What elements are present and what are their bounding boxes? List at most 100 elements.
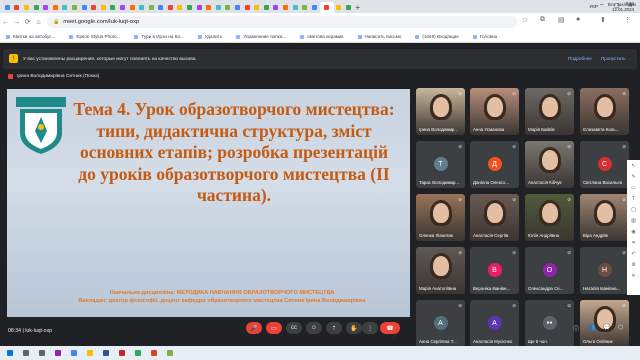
browser-tab[interactable] <box>13 2 22 13</box>
browser-tab[interactable] <box>70 2 79 13</box>
taskbar-app[interactable] <box>132 348 144 358</box>
browser-tab[interactable] <box>41 2 50 13</box>
camera-toggle-button[interactable]: ▭ <box>266 322 282 334</box>
forward-icon[interactable]: → <box>11 19 22 26</box>
bookmark-item[interactable]: Квитки на автобус... <box>6 34 55 39</box>
settings-icon[interactable]: ⚙ <box>631 262 635 273</box>
bookmark-item[interactable]: ометова керамик <box>300 34 344 39</box>
participant-tile[interactable]: А ⊘ Анастасія Мусієнко <box>470 300 519 347</box>
browser-tab[interactable] <box>243 2 252 13</box>
reload-icon[interactable]: ⟳ <box>22 18 33 26</box>
bookmark-item[interactable]: Удалить <box>197 34 222 39</box>
taskbar-app[interactable] <box>52 348 64 358</box>
participant-tile[interactable]: ⊘ Ірина Володимир... <box>416 88 465 135</box>
participant-tile[interactable]: ⊘ Марія Байпів <box>525 88 574 135</box>
bookmark-item[interactable]: (1048) Входящие <box>415 34 459 39</box>
address-bar[interactable]: 🔒 meet.google.com/luk-luqt-oxp <box>47 16 517 28</box>
menu-icon[interactable]: ⋮ <box>624 16 631 24</box>
profile-icon[interactable]: ● <box>576 16 580 23</box>
taskbar-app[interactable] <box>36 348 48 358</box>
back-icon[interactable]: ← <box>0 19 11 26</box>
browser-tab[interactable] <box>89 2 98 13</box>
participant-tile[interactable]: ⊘ Віра Андріїв <box>580 194 629 241</box>
camera-icon[interactable]: ◉ <box>631 229 635 240</box>
taskbar-app[interactable] <box>100 348 112 358</box>
present-button[interactable]: ⇡ <box>326 322 342 334</box>
bookmark-item[interactable]: Epson Stylus Photo... <box>69 34 120 39</box>
chat-icon[interactable]: 💬 <box>603 324 610 331</box>
participant-tile[interactable]: В ⊘ Вероніка Іванівн... <box>470 247 519 294</box>
mic-toggle-button[interactable]: 🎤 <box>246 322 262 334</box>
browser-tab[interactable] <box>310 2 319 13</box>
participant-tile[interactable]: О ⊘ Олександра Се... <box>525 247 574 294</box>
people-icon[interactable]: 👥 <box>588 324 595 331</box>
browser-tab[interactable] <box>166 2 175 13</box>
browser-tab[interactable] <box>185 2 194 13</box>
leave-call-button[interactable]: ☎ <box>380 322 400 334</box>
participant-tile[interactable]: Д ⊘ Даніела Олексо... <box>470 141 519 188</box>
participant-tile[interactable]: ⊘ Анастасія Сергіїв <box>470 194 519 241</box>
browser-tab[interactable] <box>195 2 204 13</box>
browser-tab[interactable] <box>344 2 353 13</box>
participant-tile[interactable]: Н ⊘ Наталія Іванівна... <box>580 247 629 294</box>
taskbar-app[interactable] <box>148 348 160 358</box>
home-icon[interactable]: ⌂ <box>33 19 44 26</box>
participant-tile[interactable]: ⊘ Єлизавета Коль... <box>580 88 629 135</box>
text-icon[interactable]: T <box>632 196 635 207</box>
participant-tile[interactable]: ⊘ Анна Усманова <box>470 88 519 135</box>
bookmark-item[interactable]: Головна <box>472 34 497 39</box>
browser-tab[interactable] <box>118 2 127 13</box>
minimize-button[interactable]: – <box>600 2 603 8</box>
browser-tab[interactable] <box>335 2 344 13</box>
participant-tile[interactable]: ⊘ Оленка Ліанетик <box>416 194 465 241</box>
taskbar-app[interactable] <box>68 348 80 358</box>
browser-tab[interactable] <box>233 2 242 13</box>
star-icon[interactable]: ☆ <box>522 16 528 24</box>
close-icon[interactable]: ✕ <box>631 273 635 284</box>
browser-tab[interactable] <box>176 2 185 13</box>
skip-link[interactable]: Пропустить <box>601 56 626 61</box>
taskbar-app[interactable] <box>4 348 16 358</box>
browser-tab[interactable] <box>147 2 156 13</box>
keyboard-language[interactable]: УКР <box>589 4 598 9</box>
participant-tile[interactable]: ⊘ Марія Анатоліївна <box>416 247 465 294</box>
browser-tab[interactable] <box>128 2 137 13</box>
highlight-icon[interactable]: ▥ <box>631 218 636 229</box>
browser-tab[interactable] <box>51 2 60 13</box>
browser-tab[interactable] <box>319 2 334 13</box>
activities-icon[interactable]: ⬡ <box>618 324 623 331</box>
browser-tab[interactable] <box>300 2 309 13</box>
info-icon[interactable]: ⓘ <box>573 324 579 333</box>
pen-icon[interactable]: ✎ <box>631 174 635 185</box>
browser-tab[interactable] <box>80 2 89 13</box>
browser-tab[interactable] <box>291 2 300 13</box>
browser-tab[interactable] <box>22 2 31 13</box>
participant-tile[interactable]: С ⊘ Світлана Васильєв <box>580 141 629 188</box>
browser-tab[interactable] <box>224 2 233 13</box>
extensions-icon[interactable]: ⧉ <box>540 16 545 24</box>
browser-tab[interactable] <box>109 2 118 13</box>
new-tab-button[interactable]: + <box>354 2 362 13</box>
bookmark-item[interactable]: Тури в Ирэн на Ка... <box>134 34 184 39</box>
cast-icon[interactable]: ▭ <box>631 185 636 196</box>
participant-tile[interactable]: Т ⊘ Тарас Володимир... <box>416 141 465 188</box>
more-options-button[interactable]: ⋮ <box>362 322 378 334</box>
sidepanel-icon[interactable]: ▤ <box>558 16 565 24</box>
browser-tab[interactable] <box>32 2 41 13</box>
browser-tab[interactable] <box>3 2 12 13</box>
shapes-icon[interactable]: ◯ <box>631 207 637 218</box>
crop-icon[interactable]: ⌗ <box>632 240 635 251</box>
captions-button[interactable]: cc <box>286 322 302 334</box>
taskbar-app[interactable] <box>164 348 176 358</box>
taskbar-app[interactable] <box>116 348 128 358</box>
browser-tab[interactable] <box>252 2 261 13</box>
taskbar-app[interactable] <box>84 348 96 358</box>
system-clock[interactable]: 8:34 12.01.2024 <box>612 1 634 12</box>
participant-tile[interactable]: ●● ⊘ Ще 6 чол. <box>525 300 574 347</box>
browser-tab[interactable] <box>137 2 146 13</box>
browser-tab[interactable] <box>272 2 281 13</box>
update-button[interactable]: ⬆ <box>600 16 606 24</box>
raise-hand-button[interactable]: ✋ <box>346 322 362 334</box>
details-link[interactable]: Подробнее <box>568 56 592 61</box>
bookmark-item[interactable]: Написать письмо <box>357 34 401 39</box>
